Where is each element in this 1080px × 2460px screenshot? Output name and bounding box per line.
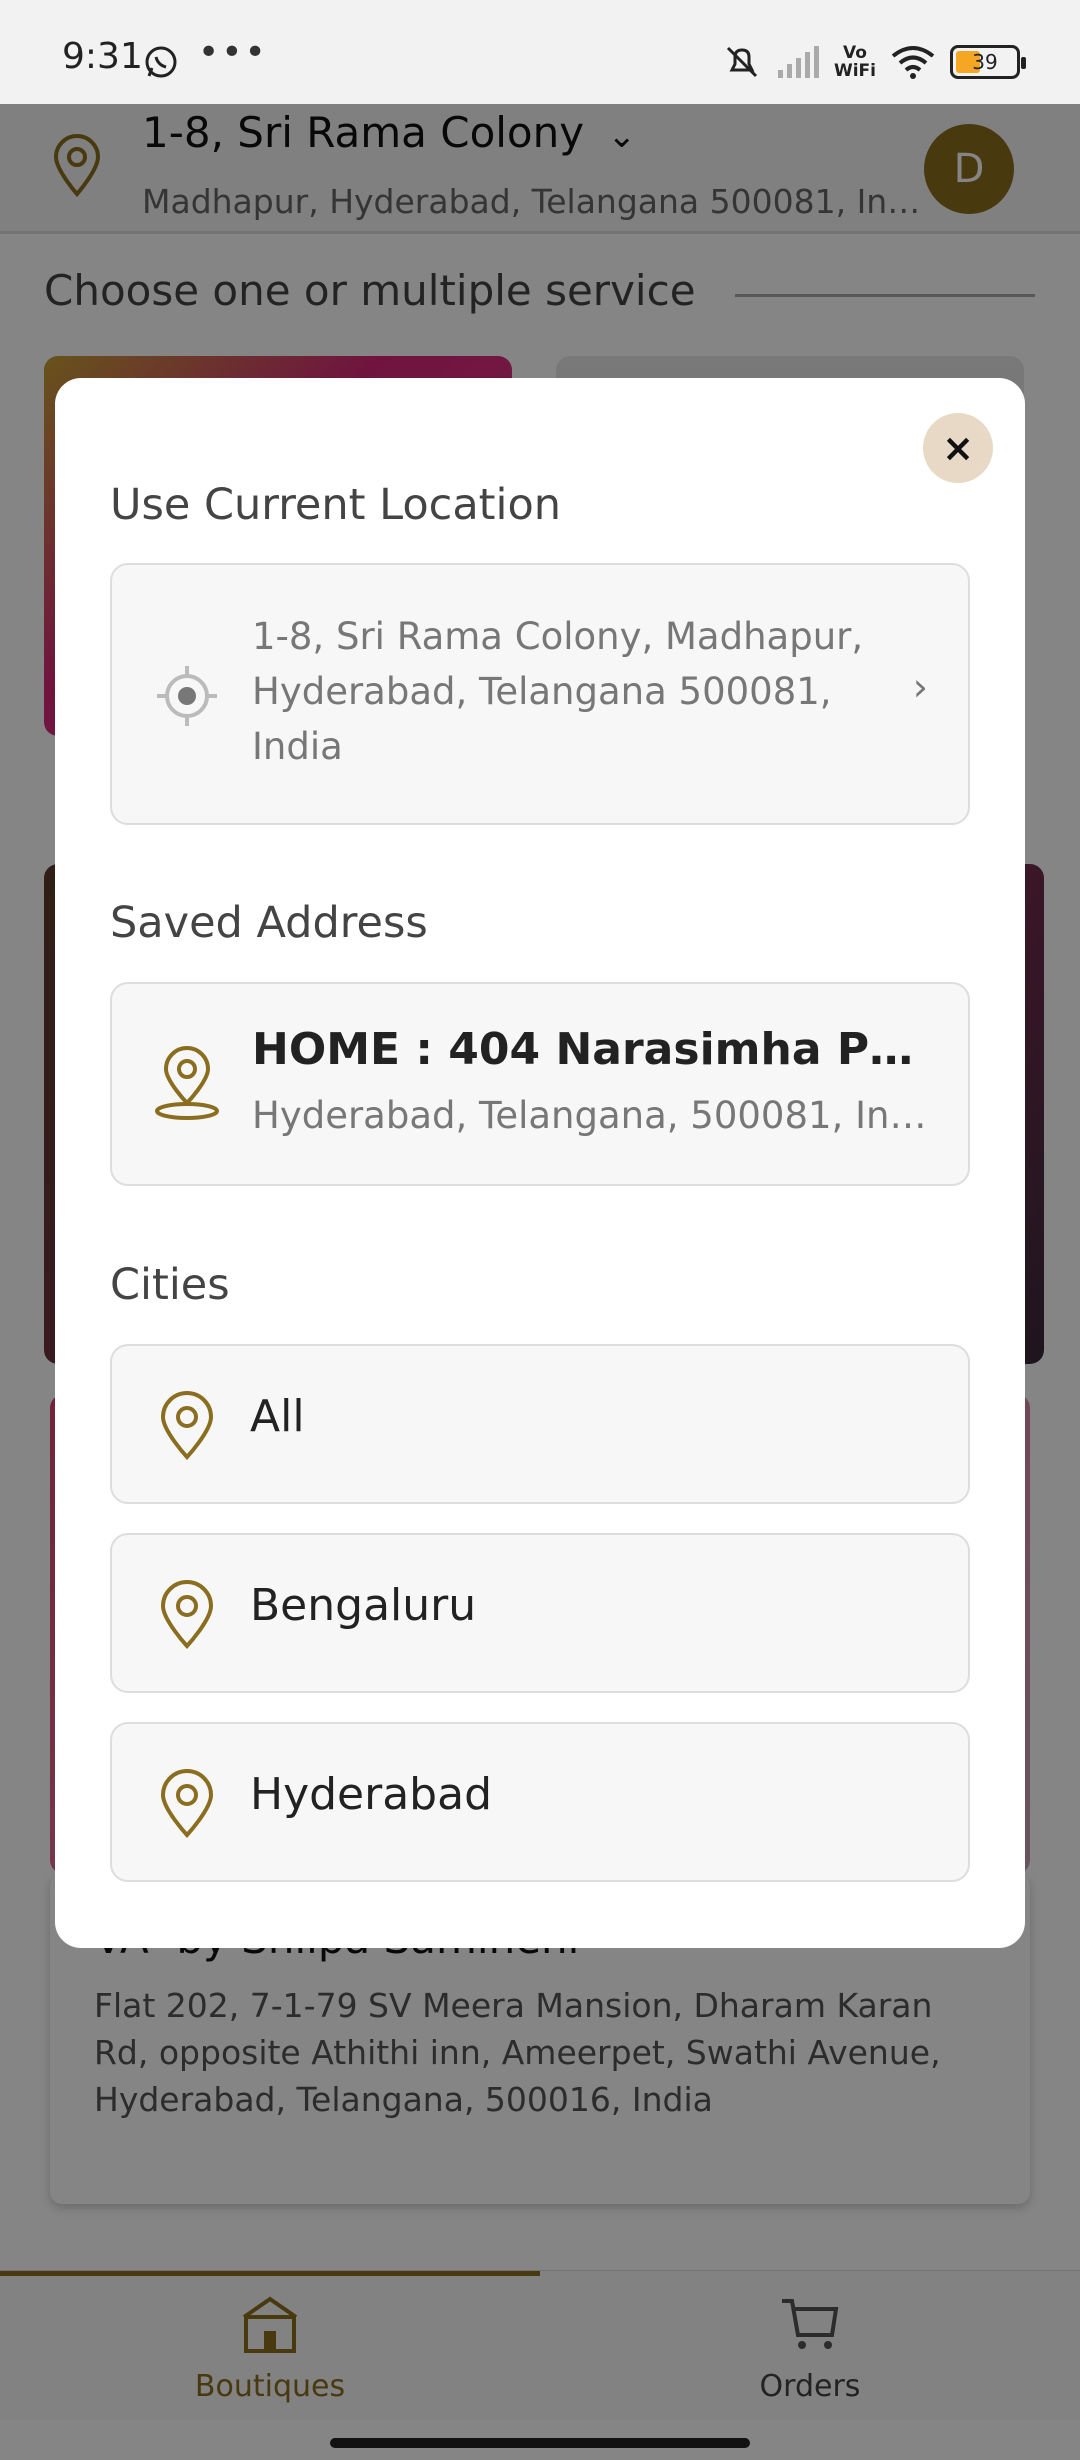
city-item-hyderabad[interactable]: Hyderabad — [110, 1722, 970, 1882]
cities-title: Cities — [110, 1260, 230, 1310]
city-name: All — [250, 1391, 305, 1442]
whatsapp-icon — [145, 46, 177, 78]
close-button[interactable]: × — [923, 413, 993, 483]
gps-target-icon — [152, 661, 222, 731]
saved-address-title: Saved Address — [110, 898, 428, 948]
close-icon: × — [942, 426, 974, 470]
status-time: 9:31 — [62, 36, 143, 77]
location-picker-modal: × Use Current Location 1-8, Sri Rama Col… — [55, 378, 1025, 1948]
city-item-bengaluru[interactable]: Bengaluru — [110, 1533, 970, 1693]
city-name: Hyderabad — [250, 1769, 492, 1820]
city-item-all[interactable]: All — [110, 1344, 970, 1504]
mute-bell-icon — [726, 46, 758, 78]
battery-icon: 39 — [950, 45, 1026, 79]
saved-address-label: HOME : 404 Narasimha PG Madhapur — [252, 1024, 942, 1075]
more-notifications-icon: ••• — [198, 32, 268, 73]
signal-icon — [777, 46, 819, 78]
city-name: Bengaluru — [250, 1580, 477, 1631]
chevron-right-icon: › — [912, 665, 928, 709]
location-pin-icon — [152, 1580, 222, 1650]
saved-address-sub: Hyderabad, Telangana, 500081, India — [252, 1094, 942, 1137]
saved-address-item[interactable]: HOME : 404 Narasimha PG Madhapur Hyderab… — [110, 982, 970, 1186]
location-pin-icon — [152, 1769, 222, 1839]
current-location-address: 1-8, Sri Rama Colony, Madhapur, Hyderaba… — [252, 615, 864, 768]
current-location-option[interactable]: 1-8, Sri Rama Colony, Madhapur, Hyderaba… — [110, 563, 970, 825]
wifi-icon — [891, 46, 935, 79]
location-pin-icon — [152, 1046, 222, 1120]
status-bar: 9:31 ••• Vo WiFi 39 — [0, 0, 1080, 104]
location-pin-icon — [152, 1391, 222, 1461]
current-location-title: Use Current Location — [110, 480, 562, 530]
vowifi-icon: Vo WiFi — [833, 43, 876, 81]
